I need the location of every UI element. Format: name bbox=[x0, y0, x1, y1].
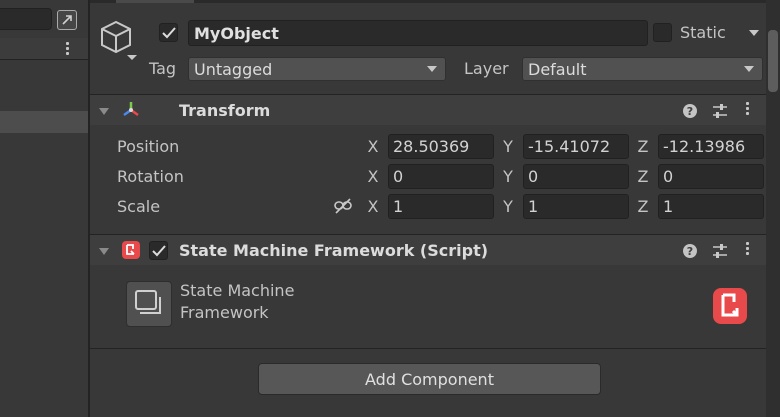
rotation-z-field[interactable]: 0 bbox=[658, 164, 764, 189]
position-label: Position bbox=[117, 137, 180, 156]
axis-label-z: Z bbox=[637, 197, 649, 216]
axis-label-x: X bbox=[367, 137, 379, 156]
help-icon[interactable]: ? bbox=[683, 104, 697, 118]
check-icon bbox=[161, 26, 176, 38]
tag-dropdown[interactable]: Untagged bbox=[188, 57, 446, 81]
rotation-x-field[interactable]: 0 bbox=[388, 164, 494, 189]
scale-y-field[interactable]: 1 bbox=[523, 194, 629, 219]
transform-icon bbox=[120, 99, 142, 121]
chevron-down-icon bbox=[427, 66, 437, 72]
static-label: Static bbox=[680, 23, 726, 42]
inspector-tab[interactable] bbox=[116, 0, 194, 3]
axis-label-y: Y bbox=[503, 137, 513, 156]
foldout-arrow-icon[interactable] bbox=[99, 108, 109, 115]
rotation-y-field[interactable]: 0 bbox=[523, 164, 629, 189]
axis-label-z: Z bbox=[637, 137, 649, 156]
axis-label-x: X bbox=[367, 197, 379, 216]
cube-icon[interactable] bbox=[99, 19, 137, 60]
kebab-menu-icon[interactable] bbox=[746, 102, 750, 117]
hierarchy-header bbox=[0, 38, 88, 60]
object-name-field[interactable]: MyObject bbox=[188, 20, 648, 46]
panel-divider[interactable] bbox=[88, 0, 90, 417]
layer-value: Default bbox=[528, 59, 587, 79]
scale-z-field[interactable]: 1 bbox=[658, 194, 764, 219]
script-thumbnail-icon[interactable] bbox=[126, 281, 172, 327]
script-component-title: State Machine Framework (Script) bbox=[179, 241, 489, 260]
layer-dropdown[interactable]: Default bbox=[522, 57, 763, 81]
axis-label-y: Y bbox=[503, 167, 513, 186]
script-enabled-checkbox[interactable] bbox=[149, 241, 168, 260]
position-z-field[interactable]: -12.13986 bbox=[658, 134, 764, 159]
position-x-field[interactable]: 28.50369 bbox=[388, 134, 494, 159]
scale-x-field[interactable]: 1 bbox=[388, 194, 494, 219]
scale-label: Scale bbox=[117, 197, 161, 216]
axis-label-x: X bbox=[367, 167, 379, 186]
axis-label-z: Z bbox=[637, 167, 649, 186]
unlinked-scale-icon[interactable] bbox=[333, 197, 353, 215]
static-checkbox[interactable] bbox=[653, 23, 672, 42]
maximize-icon[interactable] bbox=[57, 10, 77, 30]
axis-label-y: Y bbox=[503, 197, 513, 216]
tag-label: Tag bbox=[149, 59, 177, 78]
rotation-label: Rotation bbox=[117, 167, 184, 186]
presets-icon[interactable] bbox=[711, 102, 729, 120]
layer-label: Layer bbox=[464, 59, 509, 78]
transform-title: Transform bbox=[179, 101, 271, 120]
foldout-arrow-icon[interactable] bbox=[99, 248, 109, 255]
script-name-line1: State Machine bbox=[180, 281, 295, 300]
script-name-line2: Framework bbox=[180, 303, 269, 322]
separator bbox=[90, 348, 766, 349]
kebab-menu-icon[interactable] bbox=[746, 242, 750, 257]
position-y-field[interactable]: -15.41072 bbox=[523, 134, 629, 159]
check-icon bbox=[151, 244, 166, 256]
state-machine-script-icon bbox=[121, 240, 141, 260]
hierarchy-search-input[interactable] bbox=[0, 8, 52, 30]
tag-value: Untagged bbox=[194, 59, 273, 79]
active-checkbox[interactable] bbox=[159, 23, 178, 42]
static-dropdown-caret-icon[interactable] bbox=[749, 30, 759, 36]
presets-icon[interactable] bbox=[711, 242, 729, 260]
script-name: State Machine Framework bbox=[180, 280, 294, 324]
add-component-button[interactable]: Add Component bbox=[258, 363, 601, 395]
hierarchy-panel bbox=[0, 0, 88, 417]
kebab-menu-icon[interactable] bbox=[66, 42, 70, 57]
scrollbar-thumb[interactable] bbox=[768, 30, 778, 92]
help-icon[interactable]: ? bbox=[683, 244, 697, 258]
state-machine-logo-icon bbox=[712, 287, 748, 325]
chevron-down-icon bbox=[744, 66, 754, 72]
hierarchy-selected-row[interactable] bbox=[0, 111, 88, 133]
